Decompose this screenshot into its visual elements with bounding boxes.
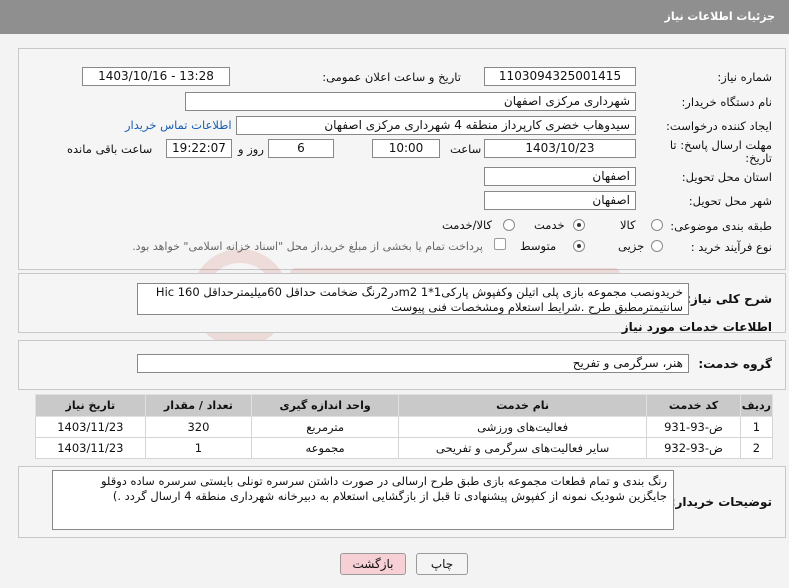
category-radio-service[interactable] (573, 219, 585, 231)
cell-name: سایر فعالیت‌های سرگرمی و تفریحی (398, 437, 648, 459)
province-label: استان محل تحویل: (681, 170, 772, 184)
col-name: نام خدمت (398, 394, 648, 417)
announce-date-label: تاریخ و ساعت اعلان عمومی: (322, 70, 461, 84)
deadline-hour-label: ساعت (450, 142, 482, 156)
process-option-medium: متوسط (520, 239, 557, 253)
province-field[interactable]: اصفهان (484, 167, 636, 186)
col-date: تاریخ نیاز (35, 394, 146, 417)
cell-unit: مجموعه (251, 437, 400, 459)
announce-date-field[interactable]: 1403/10/16 - 13:28 (82, 67, 230, 86)
col-code: کد خدمت (646, 394, 741, 417)
category-option-goods: کالا (620, 218, 636, 232)
category-option-service: خدمت (534, 218, 565, 232)
category-radio-goods-service[interactable] (503, 219, 515, 231)
cell-code: ض-93-931 (646, 416, 741, 438)
cell-date: 1403/11/23 (35, 416, 146, 438)
process-radio-medium[interactable] (573, 240, 585, 252)
remaining-time-label: ساعت باقی مانده (67, 142, 153, 156)
need-number-field[interactable]: 1103094325001415 (484, 67, 636, 86)
buyer-notes-textarea[interactable]: رنگ بندی و تمام قطعات مجموعه بازی طبق طر… (52, 470, 674, 530)
category-label: طبقه بندی موضوعی: (670, 219, 772, 233)
process-option-minor: جزیی (618, 239, 645, 253)
services-title: اطلاعات خدمات مورد نیاز (621, 320, 772, 334)
col-qty: تعداد / مقدار (144, 394, 253, 417)
cell-name: فعالیت‌های ورزشی (398, 416, 648, 438)
service-group-label: گروه خدمت: (698, 357, 772, 371)
city-label: شهر محل تحویل: (688, 194, 772, 208)
need-number-label: شماره نیاز: (717, 70, 772, 84)
back-button[interactable]: بازگشت (340, 553, 406, 575)
cell-date: 1403/11/23 (35, 437, 146, 459)
table-row[interactable]: 1 ض-93-931 فعالیت‌های ورزشی مترمربع 320 … (35, 416, 774, 438)
cell-row: 2 (739, 437, 774, 459)
print-button[interactable]: چاپ (416, 553, 468, 575)
cell-qty: 1 (144, 437, 253, 459)
category-option-goods-service: کالا/خدمت (442, 218, 493, 232)
buyer-org-field[interactable]: شهرداری مرکزی اصفهان (185, 92, 636, 111)
buyer-notes-label: توضیحات خریدار: (670, 495, 772, 509)
deadline-date-field[interactable]: 1403/10/23 (484, 139, 636, 158)
creator-field[interactable]: سیدوهاب خضری کارپرداز منطقه 4 شهرداری مر… (236, 116, 636, 135)
buyer-org-label: نام دستگاه خریدار: (681, 95, 772, 109)
col-unit: واحد اندازه گیری (251, 394, 400, 417)
remaining-time-field[interactable]: 19:22:07 (166, 139, 232, 158)
days-and-label: روز و (238, 142, 264, 156)
creator-label: ایجاد کننده درخواست: (666, 119, 772, 133)
page-title: جزئیات اطلاعات نیاز (664, 10, 776, 23)
deadline-label-date: تاریخ: (745, 151, 772, 165)
table-row[interactable]: 2 ض-93-932 سایر فعالیت‌های سرگرمی و تفری… (35, 437, 774, 459)
summary-label: شرح کلی نیاز: (686, 292, 772, 306)
cell-unit: مترمربع (251, 416, 400, 438)
deadline-time-field[interactable]: 10:00 (372, 139, 440, 158)
services-table: ردیف کد خدمت نام خدمت واحد اندازه گیری ت… (35, 394, 774, 459)
table-header-row: ردیف کد خدمت نام خدمت واحد اندازه گیری ت… (35, 394, 774, 417)
deadline-label: مهلت ارسال پاسخ: تا (669, 138, 772, 152)
days-remaining-field[interactable]: 6 (268, 139, 334, 158)
summary-textarea[interactable]: خریدونصب مجموعه بازی پلی اتیلن وکفپوش پا… (137, 283, 689, 315)
process-label: نوع فرآیند خرید : (690, 240, 772, 254)
process-radio-minor[interactable] (651, 240, 663, 252)
col-row: ردیف (739, 394, 774, 417)
treasury-payment-checkbox[interactable] (494, 238, 506, 250)
cell-row: 1 (739, 416, 774, 438)
treasury-payment-note: پرداخت تمام یا بخشی از مبلغ خرید،از محل … (132, 240, 483, 253)
cell-qty: 320 (144, 416, 253, 438)
service-group-field[interactable]: هنر، سرگرمی و تفریح (137, 354, 689, 373)
buyer-contact-link[interactable]: اطلاعات تماس خریدار (125, 118, 232, 132)
cell-code: ض-93-932 (646, 437, 741, 459)
city-field[interactable]: اصفهان (484, 191, 636, 210)
category-radio-goods[interactable] (651, 219, 663, 231)
